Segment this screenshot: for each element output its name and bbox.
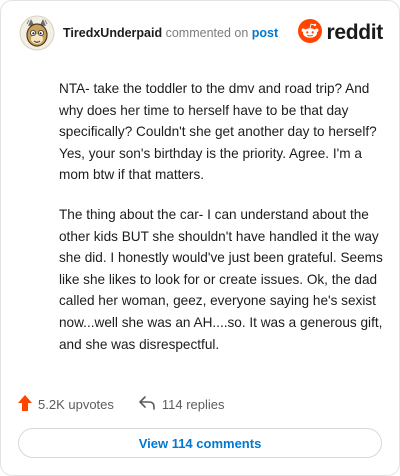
action-text: commented on [165,26,249,40]
upvote-count: 5.2K upvotes [38,396,114,412]
comment-meta: TiredxUnderpaid commented on post [63,26,278,40]
reddit-logo-icon [298,18,323,48]
reply-count: 114 replies [161,396,225,412]
reddit-wordmark: reddit [326,21,383,44]
comment-body: NTA- take the toddler to the dmv and roa… [59,78,385,373]
post-link[interactable]: post [252,26,278,40]
comment-footer: 5.2K upvotes 114 replies [17,393,225,415]
comment-paragraph: NTA- take the toddler to the dmv and roa… [59,81,377,183]
comment-card: TiredxUnderpaid commented on post reddit [0,0,400,476]
username-link[interactable]: TiredxUnderpaid [63,26,162,40]
reddit-brand[interactable]: reddit [298,18,383,48]
avatar-icon[interactable] [19,15,55,51]
comment-paragraph: The thing about the car- I can understan… [59,206,383,352]
upvote-button[interactable]: 5.2K upvotes [17,394,114,415]
view-comments-button[interactable]: View 114 comments [18,428,382,458]
reply-button[interactable]: 114 replies [138,395,225,414]
comment-header: TiredxUnderpaid commented on post reddit [19,15,383,51]
reply-arrow-icon [138,395,156,414]
upvote-arrow-icon [17,394,33,415]
